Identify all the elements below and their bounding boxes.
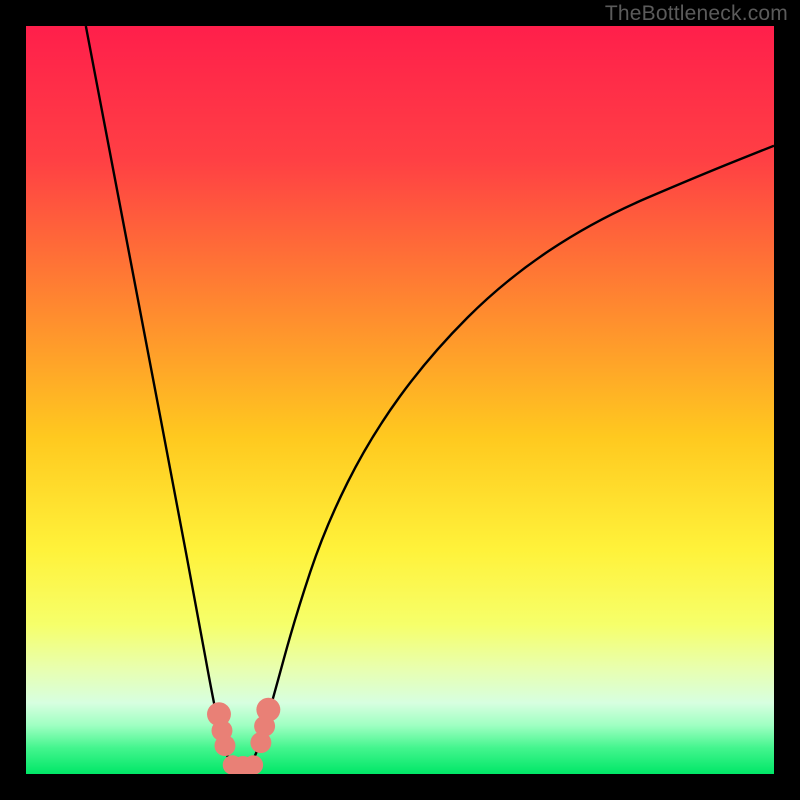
chart-frame bbox=[26, 26, 774, 774]
watermark: TheBottleneck.com bbox=[605, 2, 788, 26]
marker-left bbox=[214, 735, 235, 756]
marker-low bbox=[244, 755, 263, 774]
marker-right bbox=[256, 698, 280, 722]
chart-background bbox=[26, 26, 774, 774]
bottleneck-chart bbox=[26, 26, 774, 774]
